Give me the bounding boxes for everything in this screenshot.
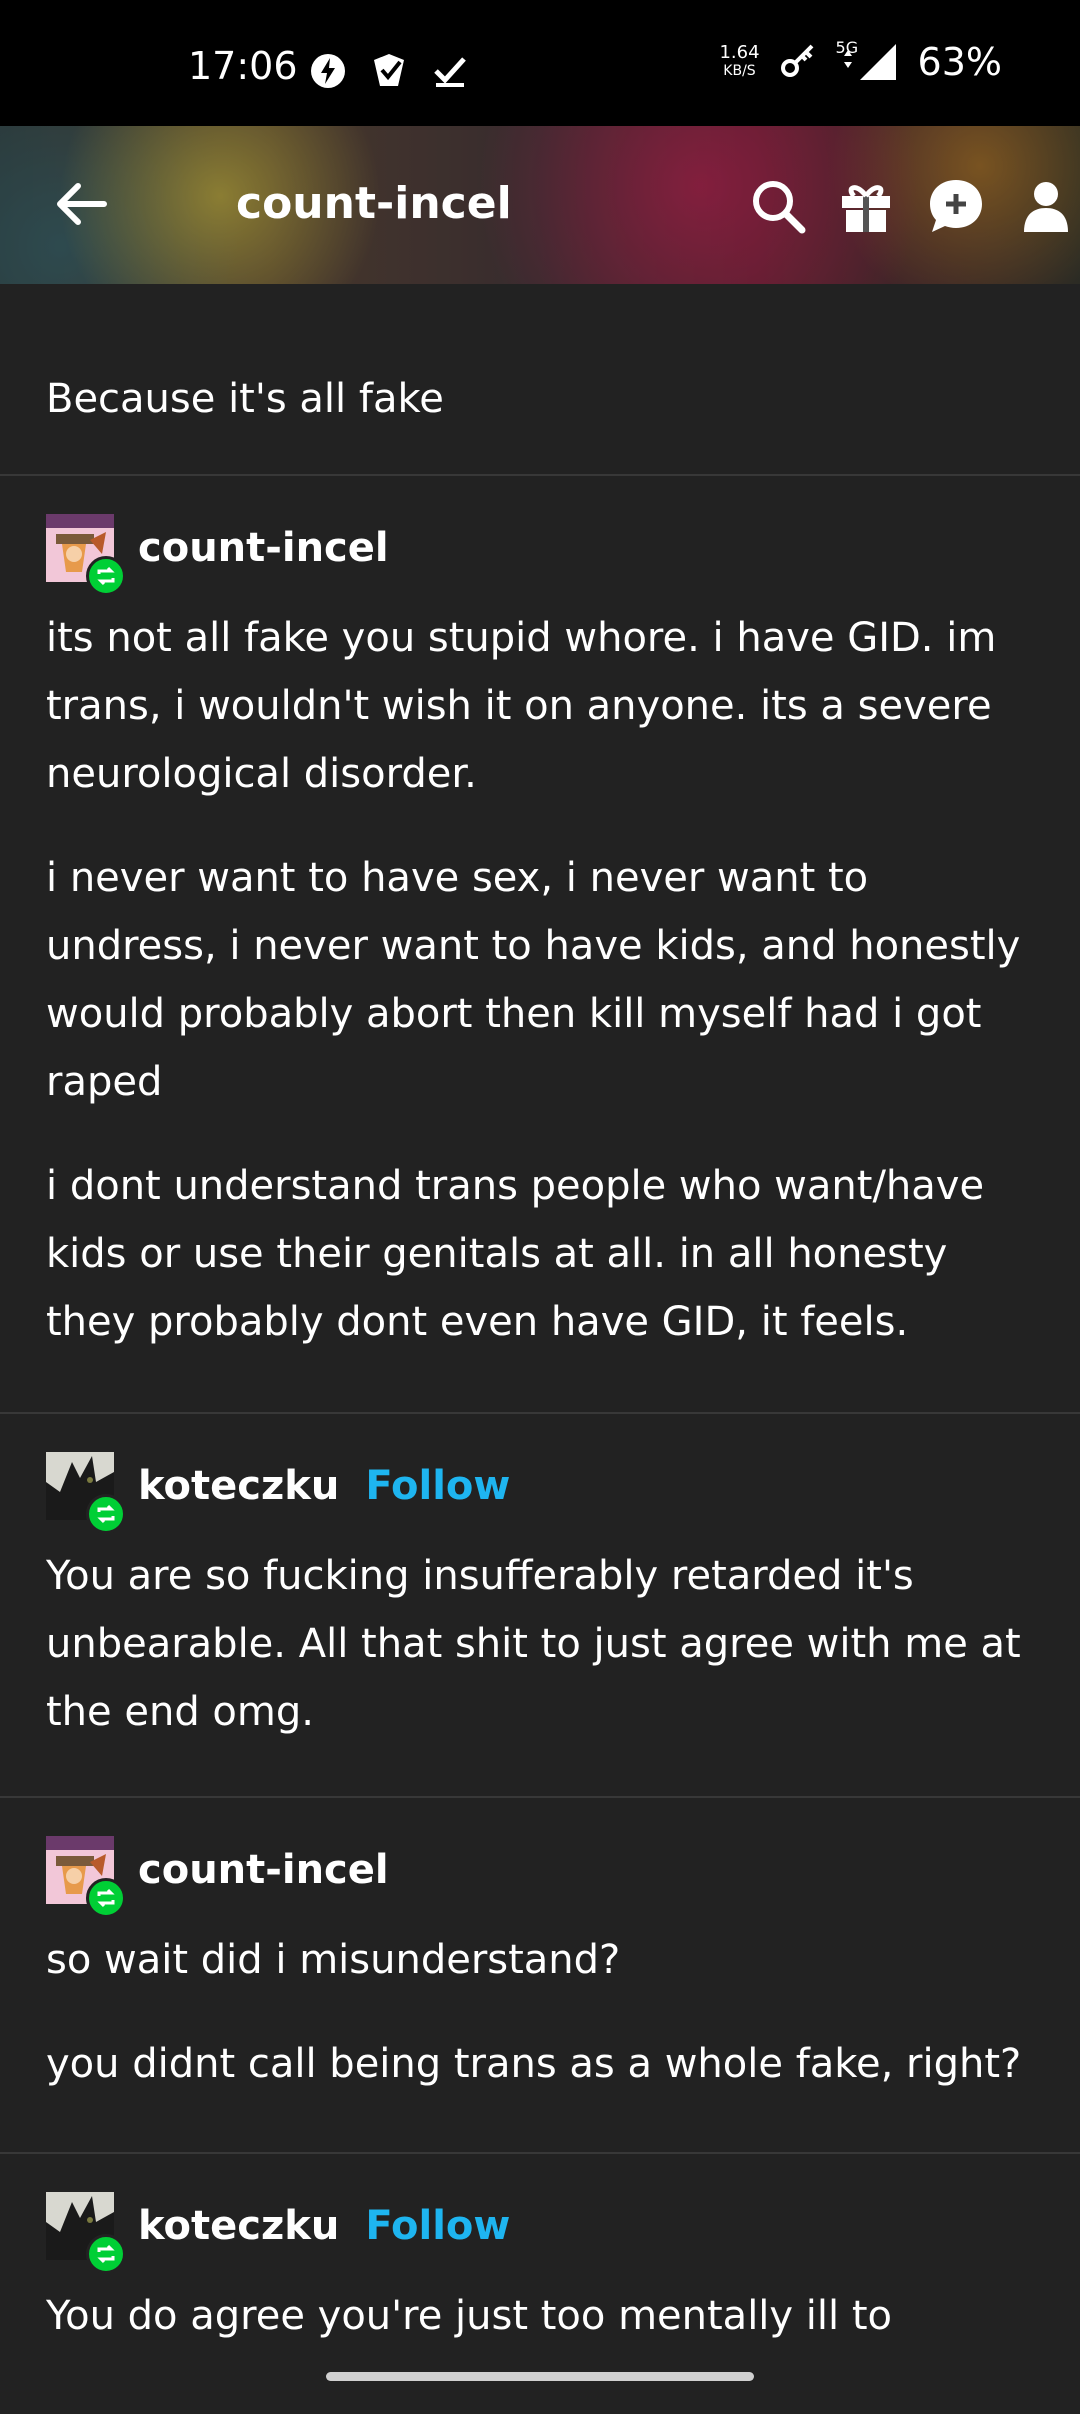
avatar[interactable] — [46, 1452, 126, 1534]
reblog-icon — [86, 1494, 126, 1534]
account-icon[interactable] — [1016, 176, 1076, 236]
home-gesture-handle[interactable] — [326, 2372, 754, 2381]
post-paragraph: i never want to have sex, i never want t… — [46, 855, 1021, 1105]
post-paragraph: so wait did i misunderstand? — [46, 1937, 621, 1983]
gesture-nav-bar — [0, 2356, 1080, 2400]
follow-button[interactable]: Follow — [365, 1463, 510, 1509]
net-speed: 1.64 KB/S — [719, 42, 760, 80]
reblog-icon — [86, 556, 126, 596]
back-arrow-icon[interactable] — [52, 174, 112, 234]
username[interactable]: koteczku — [138, 2203, 339, 2249]
app-notification-icon — [368, 50, 410, 96]
post-paragraph: its not all fake you stupid whore. i hav… — [46, 615, 997, 797]
flash-icon — [310, 53, 346, 93]
post-body: so wait did i misunderstand? you didnt c… — [46, 1926, 1036, 2098]
status-bar: 17:06 1.64 KB/S 5G 63% — [0, 0, 1080, 126]
avatar[interactable] — [46, 1836, 126, 1918]
blog-header: count-incel — [0, 126, 1080, 284]
post-body: You are so fucking insufferably retarded… — [46, 1542, 1036, 1746]
post-paragraph: you didnt call being trans as a whole fa… — [46, 2041, 1022, 2087]
post-body: You do agree you're just too mentally il… — [46, 2282, 1036, 2350]
caption-text: Because it's all fake — [46, 376, 444, 422]
reblog-icon — [86, 1878, 126, 1918]
battery-level: 63% — [917, 40, 1002, 84]
status-time: 17:06 — [188, 44, 298, 88]
reblog-post: koteczku Follow You are so fucking insuf… — [0, 1414, 1080, 1798]
post-paragraph: You are so fucking insufferably retarded… — [46, 1553, 1021, 1735]
new-post-icon[interactable] — [926, 176, 986, 236]
checkmark-icon — [432, 53, 468, 93]
reblog-post: count-incel its not all fake you stupid … — [0, 476, 1080, 1414]
follow-button[interactable]: Follow — [365, 2203, 510, 2249]
reblog-post: count-incel so wait did i misunderstand?… — [0, 1798, 1080, 2154]
post-paragraph: You do agree you're just too mentally il… — [46, 2293, 893, 2339]
username[interactable]: koteczku — [138, 1463, 339, 1509]
post-body: its not all fake you stupid whore. i hav… — [46, 604, 1036, 1356]
username[interactable]: count-incel — [138, 525, 389, 571]
original-caption: Because it's all fake — [0, 284, 1080, 476]
avatar[interactable] — [46, 2192, 126, 2274]
avatar[interactable] — [46, 514, 126, 596]
gift-icon[interactable] — [836, 176, 896, 236]
post-paragraph: i dont understand trans people who want/… — [46, 1163, 985, 1345]
signal-icon: 5G — [836, 38, 900, 82]
username[interactable]: count-incel — [138, 1847, 389, 1893]
vpn-key-icon — [778, 40, 818, 84]
search-icon[interactable] — [748, 176, 808, 236]
reblog-icon — [86, 2234, 126, 2274]
blog-title: count-incel — [236, 178, 512, 229]
post-thread: Because it's all fake count-incel its no… — [0, 284, 1080, 2414]
